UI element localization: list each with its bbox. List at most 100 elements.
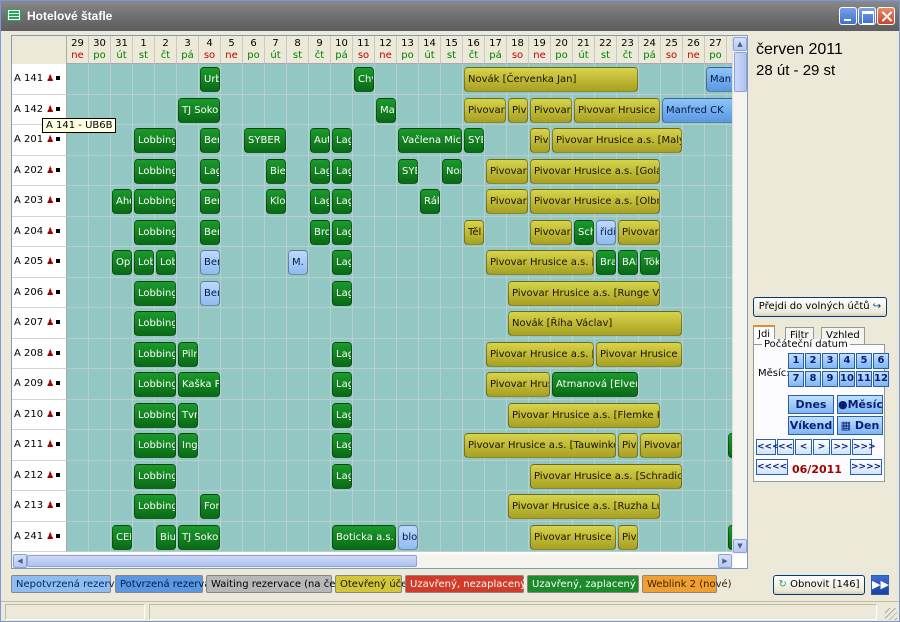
day-cell[interactable]	[67, 64, 89, 95]
day-cell[interactable]	[485, 399, 507, 430]
reservation-bar[interactable]: Pivovar Hrusice a.s. [Ruzha Lubomír]	[508, 494, 660, 519]
day-cell[interactable]	[705, 216, 727, 247]
day-cell[interactable]	[683, 125, 705, 156]
day-cell[interactable]	[441, 399, 463, 430]
day-cell[interactable]	[705, 521, 727, 552]
day-cell[interactable]	[287, 369, 309, 400]
day-cell[interactable]	[441, 491, 463, 522]
day-cell[interactable]	[133, 521, 155, 552]
day-cell[interactable]	[331, 308, 353, 339]
nav-step-button[interactable]: <<	[777, 439, 794, 455]
nav-step-button[interactable]: >	[813, 439, 830, 455]
day-cell[interactable]	[221, 247, 243, 278]
reservation-bar[interactable]: Pivovar Hrusice a.s. [Malý]	[552, 128, 682, 153]
day-cell[interactable]	[485, 460, 507, 491]
reservation-bar[interactable]: Aho	[112, 189, 132, 214]
day-cell[interactable]	[221, 460, 243, 491]
month-button[interactable]: 7	[788, 371, 804, 387]
vertical-scroll-thumb[interactable]	[734, 52, 747, 92]
nav-step-button[interactable]: >>>	[852, 439, 876, 455]
nav-step-button[interactable]: <<<	[756, 439, 780, 455]
day-header[interactable]: 11 so	[353, 36, 375, 64]
day-header[interactable]: 23 čt	[617, 36, 639, 64]
day-cell[interactable]	[243, 247, 265, 278]
day-button[interactable]: ▦ Den	[837, 416, 883, 435]
day-cell[interactable]	[221, 399, 243, 430]
day-cell[interactable]	[441, 369, 463, 400]
day-cell[interactable]	[309, 399, 331, 430]
reservation-bar[interactable]: Pivovar	[508, 97, 528, 123]
day-cell[interactable]	[243, 491, 265, 522]
reservation-bar[interactable]: Mar	[376, 97, 396, 123]
reservation-bar[interactable]: Opti	[112, 250, 132, 275]
reservation-bar[interactable]: Pilný	[178, 341, 198, 367]
reservation-bar[interactable]: Pivovar Hrusice a.s. [Flemke Karin]	[508, 402, 660, 428]
day-cell[interactable]	[199, 308, 221, 339]
day-cell[interactable]	[485, 216, 507, 247]
day-cell[interactable]	[331, 64, 353, 95]
day-cell[interactable]	[243, 186, 265, 217]
day-cell[interactable]	[463, 277, 485, 308]
day-header[interactable]: 1st	[133, 36, 155, 64]
day-cell[interactable]	[375, 277, 397, 308]
room-label-cell[interactable]: A 212 ♟	[12, 460, 67, 491]
day-cell[interactable]	[485, 277, 507, 308]
reservation-bar[interactable]: Lobbing s.r.o.	[134, 158, 176, 184]
day-cell[interactable]	[375, 247, 397, 278]
reservation-bar[interactable]: Biur	[156, 524, 176, 550]
day-cell[interactable]	[661, 491, 683, 522]
day-header[interactable]: 25 so	[661, 36, 683, 64]
reservation-bar[interactable]: Pivovar Hrusice	[486, 158, 528, 184]
day-header[interactable]: 17 pá	[485, 36, 507, 64]
reservation-bar[interactable]: Pivovar Hrusice a.s. [Schradick Wilfried…	[530, 463, 682, 489]
day-cell[interactable]	[441, 247, 463, 278]
reservation-bar[interactable]: Schu	[574, 219, 594, 245]
day-cell[interactable]	[177, 308, 199, 339]
reservation-bar[interactable]: Lag	[332, 463, 352, 489]
day-cell[interactable]	[177, 155, 199, 186]
reservation-bar[interactable]: Pivovar Hrusice a.s.	[574, 97, 660, 123]
day-cell[interactable]	[111, 338, 133, 369]
day-cell[interactable]	[265, 369, 287, 400]
day-cell[interactable]	[67, 155, 89, 186]
day-cell[interactable]	[463, 399, 485, 430]
room-label-cell[interactable]: A 210 ♟	[12, 399, 67, 430]
day-cell[interactable]	[177, 64, 199, 95]
day-header[interactable]: 24 pá	[639, 36, 661, 64]
day-cell[interactable]	[683, 277, 705, 308]
reservation-bar[interactable]: SYB	[398, 158, 418, 184]
reservation-bar[interactable]: Atmanová [Elvertová]	[552, 372, 638, 397]
day-cell[interactable]	[287, 216, 309, 247]
reservation-bar[interactable]: Tök	[640, 250, 660, 275]
day-header[interactable]: 12 ne	[375, 36, 397, 64]
reservation-bar[interactable]: Lag	[332, 433, 352, 458]
day-header[interactable]: 29 ne	[67, 36, 89, 64]
nav-prev-year-button[interactable]: <<<<	[756, 459, 788, 475]
reservation-bar[interactable]: Pivovar Hrusice a.s. [Runge Volkmar]	[508, 280, 660, 306]
day-cell[interactable]	[177, 460, 199, 491]
day-cell[interactable]	[463, 247, 485, 278]
minimize-button[interactable]	[839, 7, 857, 25]
day-cell[interactable]	[89, 338, 111, 369]
vertical-scrollbar[interactable]: ▲ ▼	[732, 36, 747, 554]
reservation-bar[interactable]: Pivovar Hrusice	[640, 433, 682, 458]
scroll-left-arrow-icon[interactable]: ◀	[13, 554, 27, 568]
reservation-bar[interactable]: Urb	[200, 67, 220, 92]
day-cell[interactable]	[67, 308, 89, 339]
scroll-up-arrow-icon[interactable]: ▲	[733, 37, 747, 51]
room-label-cell[interactable]: A 205 ♟	[12, 247, 67, 278]
day-cell[interactable]	[397, 308, 419, 339]
room-label-cell[interactable]: A 241 ♟	[12, 521, 67, 552]
reservation-bar[interactable]: Pivo	[618, 524, 638, 550]
day-cell[interactable]	[111, 277, 133, 308]
day-cell[interactable]	[243, 369, 265, 400]
reservation-bar[interactable]: Lag	[332, 402, 352, 428]
reservation-bar[interactable]: CEN	[112, 524, 132, 550]
day-cell[interactable]	[485, 125, 507, 156]
month-button[interactable]: 5	[856, 353, 872, 369]
reservation-bar[interactable]: Biele	[266, 158, 286, 184]
room-label-cell[interactable]: A 203 ♟	[12, 186, 67, 217]
day-cell[interactable]	[67, 430, 89, 461]
day-header[interactable]: 26 ne	[683, 36, 705, 64]
day-cell[interactable]	[309, 247, 331, 278]
